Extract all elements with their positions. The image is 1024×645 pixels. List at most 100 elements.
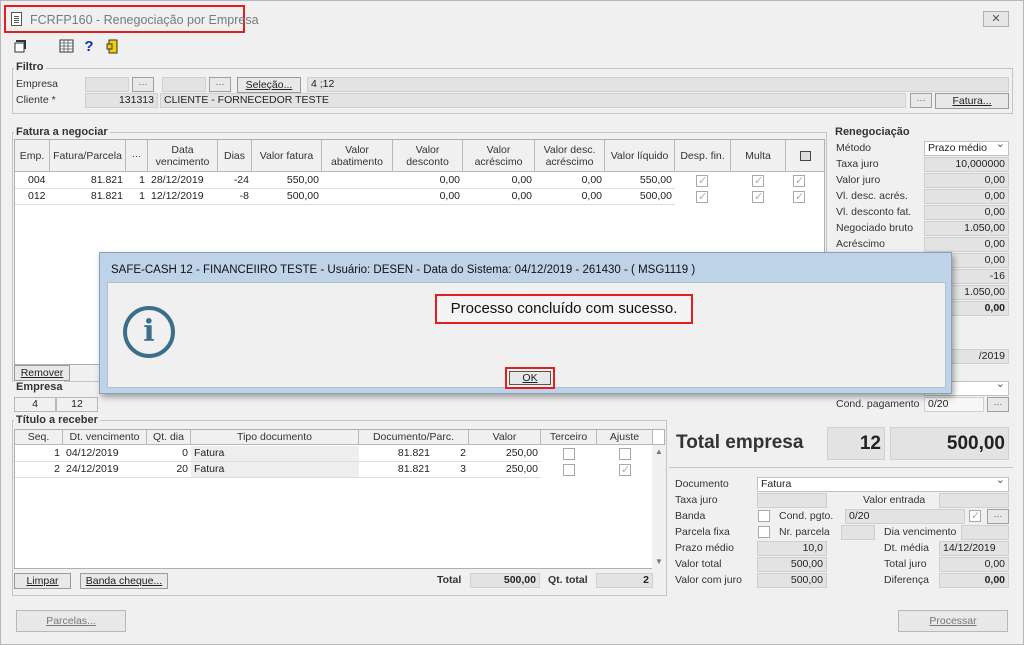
total-empresa-count: 12 [827,427,885,460]
valor-entrada-field[interactable] [939,493,1009,508]
row1-desp-checkbox[interactable] [696,174,708,187]
col-qt-dia: Qt. dia [147,430,191,444]
prazo-medio-label: Prazo médio [675,542,734,554]
vl-desc-fat-label: Vl. desconto fat. [836,206,912,218]
table-row[interactable]: 004 81.821 1 28/12/2019 -24 550,00 0,00 … [15,173,675,189]
vl-desc-acres-label: Vl. desc. acrés. [836,190,908,202]
col-valor-fatura: Valor fatura [252,140,322,171]
export-icon[interactable] [12,39,28,55]
scroll-up-icon[interactable]: ▲ [652,447,666,456]
row1-select-checkbox[interactable] [793,174,805,187]
dt-media-field: 14/12/2019 [939,541,1009,556]
metodo-select[interactable]: Prazo médio [924,138,1009,156]
row-valor: 250,00 [505,463,538,475]
empresa-search-button[interactable]: ⋯ [132,77,154,92]
col-select-all[interactable] [786,140,824,171]
exit-icon[interactable] [105,39,121,55]
ok-highlight: OK [505,367,555,389]
col-valor-desc-acrescimo: Valor desc. acréscimo [535,140,605,171]
row1-ajuste-checkbox[interactable] [619,448,631,460]
prazo-medio-field: 10,0 [757,541,827,556]
cond-pagamento-search-button[interactable]: ⋯ [987,397,1009,412]
nr-parcela-field[interactable] [841,525,875,540]
col-terceiro: Terceiro [541,430,597,444]
row2-terceiro-checkbox[interactable] [563,464,575,476]
total-field: 500,00 [470,573,540,588]
row-parcela: 1 [139,174,145,186]
parcela-fixa-checkbox[interactable] [758,526,770,538]
total-juro-field: 0,00 [939,557,1009,572]
total-empresa-value: 500,00 [890,427,1009,460]
empresa-code-field[interactable] [85,77,129,92]
col-valor-desconto: Valor desconto [393,140,463,171]
row-parc: 3 [460,463,466,475]
taxa-juro-det-label: Taxa juro [675,494,718,506]
banda-cheque-button[interactable]: Banda cheque... [80,573,168,589]
table-row[interactable]: 1 04/12/2019 0 Fatura 81.821 2 250,00 [15,446,541,462]
row-valor: 550,00 [286,174,319,186]
row-desconto: 0,00 [439,174,460,186]
row1-terceiro-checkbox[interactable] [563,448,575,460]
row-qt: 0 [182,447,188,459]
parcelas-button[interactable]: Parcelas... [16,610,126,632]
cond-pgto-checkbox[interactable] [969,509,981,522]
col-sort[interactable]: ⋯ [126,140,148,171]
row2-ajuste-checkbox[interactable] [619,463,631,476]
row2-multa-checkbox[interactable] [752,190,764,203]
acrescimo-label: Acréscimo [836,238,886,250]
empresa-label: Empresa [16,78,59,90]
cliente-label: Cliente * [16,94,56,106]
empresa-code2-field[interactable] [162,77,206,92]
documento-select[interactable]: Fatura [757,474,1009,492]
banda-label: Banda [675,510,706,522]
negociado-field: 1.050,00 [924,221,1009,236]
table-row[interactable]: 012 81.821 1 12/12/2019 -8 500,00 0,00 0… [15,189,675,205]
cliente-code-field[interactable]: 131313 [85,93,158,108]
cond-pagamento-field[interactable]: 0/20 [924,397,984,412]
negociado-label: Negociado bruto [836,222,914,234]
titulo-label: Título a receber [14,414,100,426]
close-button[interactable]: ✕ [983,11,1009,27]
titulo-table-header: Seq. Dt. vencimento Qt. dia Tipo documen… [15,430,664,445]
limpar-button[interactable]: Limpar [14,573,71,589]
row-valor: 500,00 [286,190,319,202]
dialog-title: SAFE-CASH 12 - FINANCEIIRO TESTE - Usuár… [111,264,696,276]
selecao-button[interactable]: Seleção... [237,77,301,93]
row-liquido: 500,00 [639,190,672,202]
empresa-tab-12[interactable]: 12 [56,397,98,412]
table-row[interactable]: 2 24/12/2019 20 Fatura 81.821 3 250,00 [15,462,541,478]
nr-parcela-label: Nr. parcela [779,526,830,538]
col-emp: Emp. [15,140,50,171]
valor-entrada-label: Valor entrada [863,494,926,506]
row-fatura: 81.821 [90,190,123,202]
grid-icon[interactable] [58,39,74,55]
documento-label: Documento [675,478,729,490]
empresa2-search-button[interactable]: ⋯ [209,77,231,92]
col-fatura-parcela: Fatura/Parcela [50,140,126,171]
scroll-down-icon[interactable]: ▼ [652,557,666,566]
row1-multa-checkbox[interactable] [752,174,764,187]
col-multa: Multa [731,140,786,171]
processar-button[interactable]: Processar [898,610,1008,632]
fatura-button[interactable]: Fatura... [935,93,1009,109]
dia-venc-field[interactable] [961,525,1009,540]
empresa-tab-4[interactable]: 4 [14,397,56,412]
row-dias: -8 [239,190,249,202]
titulo-scrollbar[interactable]: ▲ ▼ [652,445,666,569]
taxa-juro-det-field[interactable] [757,493,827,508]
cliente-search-button[interactable]: ⋯ [910,93,932,108]
cond-pgto-field[interactable]: 0/20 [845,509,965,524]
remover-button[interactable]: Remover [14,365,70,381]
col-tipo-doc: Tipo documento [191,430,359,444]
banda-checkbox[interactable] [758,510,770,522]
col-dias: Dias [218,140,252,171]
taxa-juro-field[interactable]: 10,000000 [924,157,1009,172]
ok-button[interactable]: OK [509,371,551,385]
row2-desp-checkbox[interactable] [696,190,708,203]
row2-select-checkbox[interactable] [793,190,805,203]
cond-pgto-search-button[interactable]: ⋯ [987,509,1009,524]
help-icon[interactable]: ? [81,39,97,55]
col-seq: Seq. [15,430,63,444]
valor-juro-label: Valor juro [836,174,881,186]
row-desconto: 0,00 [439,190,460,202]
